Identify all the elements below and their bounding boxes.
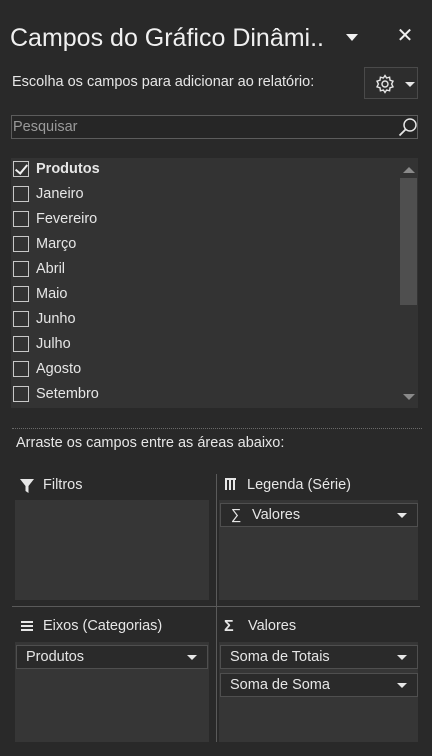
field-label: Abril <box>36 261 66 277</box>
scroll-down-icon[interactable] <box>403 394 415 400</box>
field-label: Março <box>36 236 77 252</box>
sigma-icon: Σ <box>224 618 234 635</box>
search-icon[interactable] <box>397 117 419 139</box>
field-list[interactable]: Produtos Janeiro Fevereiro Março Abril M… <box>11 158 418 408</box>
filters-area-header: Filtros <box>19 477 199 497</box>
legend-area-header: Legenda (Série) <box>223 477 413 497</box>
legend-drop-zone[interactable]: ∑ Valores <box>219 500 418 600</box>
area-divider-horizontal <box>12 606 420 607</box>
field-item-janeiro[interactable]: Janeiro <box>11 183 399 208</box>
values-area-label: Valores <box>248 618 297 634</box>
field-item-agosto[interactable]: Agosto <box>11 358 399 383</box>
checkbox[interactable] <box>13 386 29 402</box>
values-field-soma-de-soma[interactable]: Soma de Soma <box>220 673 418 697</box>
field-label: Produtos <box>36 161 100 177</box>
axes-area-label: Eixos (Categorias) <box>43 618 163 634</box>
columns-icon <box>225 478 236 490</box>
search-input[interactable] <box>13 117 391 137</box>
scrollbar-thumb[interactable] <box>400 178 417 305</box>
chevron-down-icon[interactable] <box>397 655 407 660</box>
area-divider-vertical <box>216 474 217 742</box>
values-field-label: Soma de Totais <box>230 649 330 665</box>
axes-area-header: Eixos (Categorias) <box>19 618 209 638</box>
gear-icon <box>376 74 394 94</box>
close-icon[interactable]: ✕ <box>396 26 414 46</box>
values-field-soma-de-totais[interactable]: Soma de Totais <box>220 645 418 669</box>
field-item-marco[interactable]: Março <box>11 233 399 258</box>
checkbox[interactable] <box>13 236 29 252</box>
checkbox[interactable] <box>13 286 29 302</box>
field-item-abril[interactable]: Abril <box>11 258 399 283</box>
chevron-down-icon <box>405 82 415 87</box>
divider <box>12 428 422 429</box>
checkbox[interactable] <box>13 211 29 227</box>
chevron-down-icon[interactable] <box>397 513 407 518</box>
field-label: Junho <box>36 311 76 327</box>
legend-field-valores[interactable]: ∑ Valores <box>220 503 418 527</box>
chevron-down-icon[interactable] <box>397 683 407 688</box>
values-field-label: Soma de Soma <box>230 677 330 693</box>
filters-drop-zone[interactable] <box>15 500 209 600</box>
axes-field-label: Produtos <box>26 649 85 665</box>
title-menu-caret-icon[interactable] <box>346 34 358 41</box>
checkbox[interactable] <box>13 311 29 327</box>
field-item-junho[interactable]: Junho <box>11 308 399 333</box>
panel-title: Campos do Gráfico Dinâmi.. <box>10 24 325 52</box>
rows-icon <box>21 621 33 631</box>
field-item-julho[interactable]: Julho <box>11 333 399 358</box>
sigma-icon: ∑ <box>231 507 242 523</box>
field-item-produtos[interactable]: Produtos <box>11 158 399 183</box>
tools-button[interactable] <box>364 67 418 99</box>
chevron-down-icon[interactable] <box>187 655 197 660</box>
field-item-fevereiro[interactable]: Fevereiro <box>11 208 399 233</box>
legend-area-label: Legenda (Série) <box>247 477 351 493</box>
checkbox[interactable] <box>13 186 29 202</box>
field-item-maio[interactable]: Maio <box>11 283 399 308</box>
values-area-header: Σ Valores <box>224 618 414 638</box>
instruction-text: Escolha os campos para adicionar ao rela… <box>12 74 315 90</box>
legend-field-label: Valores <box>252 507 301 523</box>
checkbox[interactable] <box>13 161 29 177</box>
checkbox[interactable] <box>13 361 29 377</box>
field-item-setembro[interactable]: Setembro <box>11 383 399 408</box>
checkbox[interactable] <box>13 336 29 352</box>
field-label: Agosto <box>36 361 82 377</box>
scrollbar[interactable] <box>399 158 418 408</box>
axes-field-produtos[interactable]: Produtos <box>16 645 208 669</box>
filters-area-label: Filtros <box>43 477 83 493</box>
search-box[interactable] <box>11 115 418 139</box>
field-label: Janeiro <box>36 186 84 202</box>
field-label: Setembro <box>36 386 99 402</box>
checkbox[interactable] <box>13 261 29 277</box>
drag-instruction-text: Arraste os campos entre as áreas abaixo: <box>16 435 285 451</box>
field-label: Maio <box>36 286 68 302</box>
axes-drop-zone[interactable]: Produtos <box>15 642 209 742</box>
filter-icon <box>20 479 34 493</box>
field-label: Julho <box>36 336 71 352</box>
scroll-up-icon[interactable] <box>403 167 415 173</box>
values-drop-zone[interactable]: Soma de Totais Soma de Soma <box>219 642 418 742</box>
field-label: Fevereiro <box>36 211 98 227</box>
